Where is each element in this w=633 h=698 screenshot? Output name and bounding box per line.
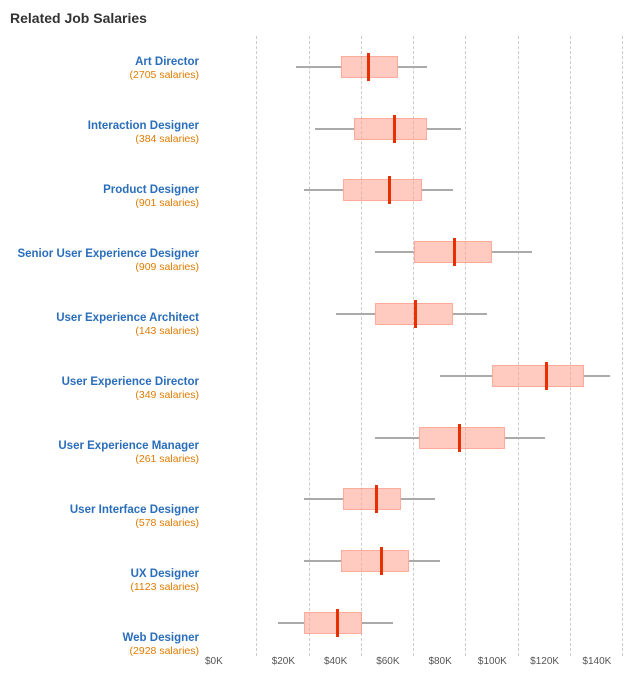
job-title[interactable]: User Interface Designer bbox=[70, 503, 199, 518]
whisker-right bbox=[427, 128, 461, 130]
chart-row bbox=[205, 221, 623, 283]
whisker-right bbox=[398, 66, 427, 68]
x-axis-label: $20K bbox=[257, 656, 309, 676]
iqr-box bbox=[343, 179, 421, 201]
label-cell: Senior User Experience Designer(909 sala… bbox=[10, 228, 205, 292]
whisker-right bbox=[409, 560, 440, 562]
whisker-right bbox=[505, 437, 544, 439]
whisker-left bbox=[304, 189, 343, 191]
whisker-left bbox=[304, 498, 343, 500]
container: Related Job Salaries Art Director(2705 s… bbox=[0, 0, 633, 698]
x-axis-label: $0K bbox=[205, 656, 257, 676]
chart-row bbox=[205, 592, 623, 654]
chart-row bbox=[205, 530, 623, 592]
median-line bbox=[375, 485, 378, 513]
median-line bbox=[453, 238, 456, 266]
median-line bbox=[458, 424, 461, 452]
x-axis-label: $80K bbox=[414, 656, 466, 676]
x-axis: $0K$20K$40K$60K$80K$100K$120K$140K bbox=[205, 656, 623, 676]
x-axis-label: $60K bbox=[362, 656, 414, 676]
label-cell: User Experience Director(349 salaries) bbox=[10, 356, 205, 420]
labels-column: Art Director(2705 salaries)Interaction D… bbox=[10, 36, 205, 676]
whisker-right bbox=[492, 251, 531, 253]
median-line bbox=[414, 300, 417, 328]
job-title[interactable]: Art Director bbox=[135, 55, 199, 70]
salary-count: (384 salaries) bbox=[135, 133, 199, 145]
salary-count: (2928 salaries) bbox=[130, 645, 199, 657]
iqr-box bbox=[343, 488, 400, 510]
whisker-left bbox=[304, 560, 341, 562]
chart-title: Related Job Salaries bbox=[10, 10, 623, 26]
job-title[interactable]: Interaction Designer bbox=[88, 119, 199, 134]
median-line bbox=[388, 176, 391, 204]
job-title[interactable]: UX Designer bbox=[131, 567, 199, 582]
salary-count: (261 salaries) bbox=[135, 453, 199, 465]
salary-count: (349 salaries) bbox=[135, 389, 199, 401]
median-line bbox=[380, 547, 383, 575]
chart-row bbox=[205, 345, 623, 407]
chart-row bbox=[205, 98, 623, 160]
whisker-left bbox=[336, 313, 375, 315]
job-title[interactable]: User Experience Director bbox=[62, 375, 199, 390]
whisker-left bbox=[375, 251, 414, 253]
chart-row bbox=[205, 36, 623, 98]
job-title[interactable]: User Experience Manager bbox=[58, 439, 199, 454]
job-title[interactable]: User Experience Architect bbox=[56, 311, 199, 326]
median-line bbox=[336, 609, 339, 637]
iqr-box bbox=[304, 612, 361, 634]
whisker-left bbox=[278, 622, 304, 624]
salary-count: (143 salaries) bbox=[135, 325, 199, 337]
whisker-left bbox=[296, 66, 340, 68]
iqr-box bbox=[354, 118, 427, 140]
x-axis-label: $40K bbox=[310, 656, 362, 676]
salary-count: (901 salaries) bbox=[135, 197, 199, 209]
job-title[interactable]: Web Designer bbox=[123, 631, 199, 646]
plot-column: $0K$20K$40K$60K$80K$100K$120K$140K bbox=[205, 36, 623, 676]
job-title[interactable]: Senior User Experience Designer bbox=[17, 247, 199, 262]
whisker-right bbox=[453, 313, 487, 315]
label-cell: User Experience Architect(143 salaries) bbox=[10, 292, 205, 356]
x-axis-label: $120K bbox=[519, 656, 571, 676]
x-axis-label: $140K bbox=[571, 656, 623, 676]
whisker-right bbox=[422, 189, 453, 191]
label-cell: Art Director(2705 salaries) bbox=[10, 36, 205, 100]
chart-row bbox=[205, 469, 623, 531]
salary-count: (1123 salaries) bbox=[130, 581, 199, 593]
median-line bbox=[367, 53, 370, 81]
iqr-box bbox=[341, 550, 409, 572]
chart-row bbox=[205, 283, 623, 345]
salary-count: (578 salaries) bbox=[135, 517, 199, 529]
salary-count: (909 salaries) bbox=[135, 261, 199, 273]
whisker-left bbox=[375, 437, 419, 439]
label-cell: Product Designer(901 salaries) bbox=[10, 164, 205, 228]
iqr-box bbox=[419, 427, 505, 449]
rows-area bbox=[205, 36, 623, 654]
label-cell: User Experience Manager(261 salaries) bbox=[10, 420, 205, 484]
label-cell: Interaction Designer(384 salaries) bbox=[10, 100, 205, 164]
iqr-box bbox=[492, 365, 583, 387]
whisker-left bbox=[315, 128, 354, 130]
label-cell: Web Designer(2928 salaries) bbox=[10, 612, 205, 676]
label-cell: UX Designer(1123 salaries) bbox=[10, 548, 205, 612]
whisker-left bbox=[440, 375, 492, 377]
job-title[interactable]: Product Designer bbox=[103, 183, 199, 198]
whisker-right bbox=[584, 375, 610, 377]
label-cell: User Interface Designer(578 salaries) bbox=[10, 484, 205, 548]
median-line bbox=[545, 362, 548, 390]
salary-count: (2705 salaries) bbox=[130, 69, 199, 81]
x-axis-label: $100K bbox=[466, 656, 518, 676]
whisker-right bbox=[362, 622, 393, 624]
chart-row bbox=[205, 407, 623, 469]
chart-row bbox=[205, 160, 623, 222]
whisker-right bbox=[401, 498, 435, 500]
median-line bbox=[393, 115, 396, 143]
chart-area: Art Director(2705 salaries)Interaction D… bbox=[10, 36, 623, 676]
